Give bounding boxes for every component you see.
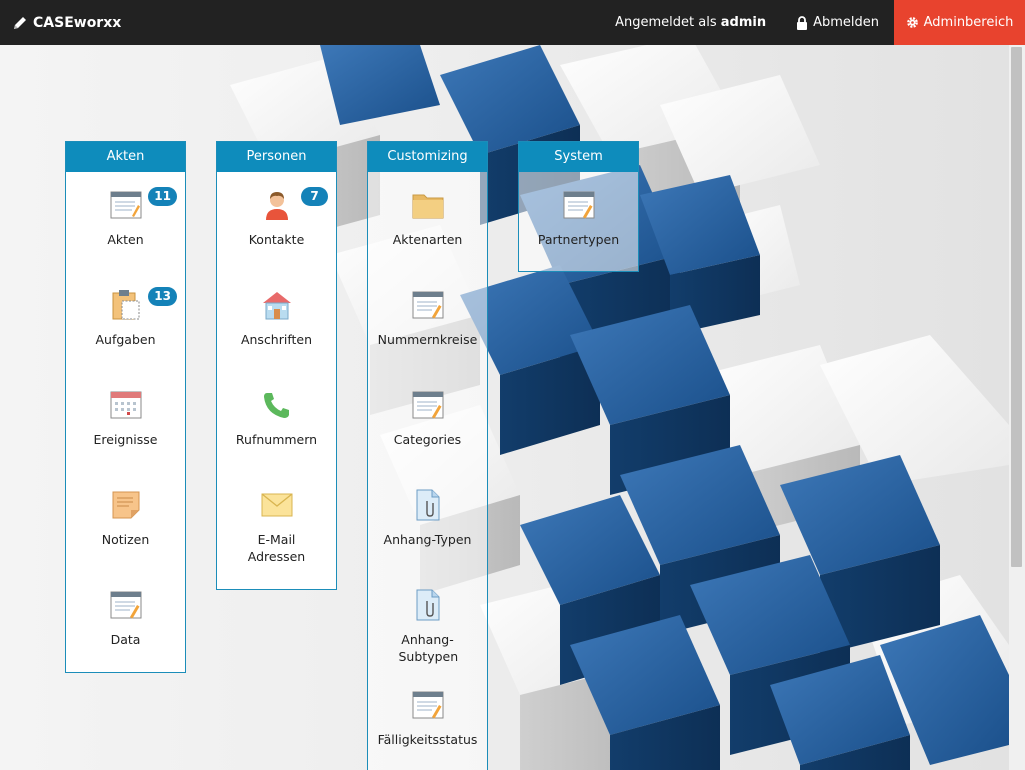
panel-customizing-title: Customizing — [368, 142, 487, 172]
panel-customizing: Customizing Aktenarten Nummernkreise Cat… — [367, 141, 488, 770]
tile-faelligkeitsstatus-label: Fälligkeitsstatus — [377, 732, 478, 747]
tile-partnertypen[interactable]: Partnertypen — [519, 172, 638, 272]
document-edit-icon — [108, 588, 144, 622]
tile-nummernkreise-label: Nummernkreise — [377, 332, 478, 347]
panel-akten-title: Akten — [66, 142, 185, 172]
tile-aufgaben[interactable]: Aufgaben 13 — [66, 272, 185, 372]
tile-ereignisse-label: Ereignisse — [93, 432, 158, 447]
attachment-file-icon — [410, 488, 446, 522]
tile-email-adressen[interactable]: E-Mail Adressen — [217, 472, 336, 572]
panel-akten: Akten Akten 11 Aufgaben 13 Ereignisse No… — [65, 141, 186, 673]
person-icon — [259, 188, 295, 222]
admin-area-button[interactable]: Adminbereich — [894, 0, 1025, 45]
panel-personen: Personen Kontakte 7 Anschriften Rufnumme… — [216, 141, 337, 590]
admin-area-label: Adminbereich — [923, 15, 1014, 30]
tile-kontakte[interactable]: Kontakte 7 — [217, 172, 336, 272]
brand-link[interactable]: CASEworxx — [0, 15, 121, 31]
phone-icon — [259, 388, 295, 422]
tile-data-label: Data — [110, 632, 141, 647]
note-icon — [108, 488, 144, 522]
tile-kontakte-label: Kontakte — [248, 232, 305, 247]
folder-icon — [410, 188, 446, 222]
tile-rufnummern[interactable]: Rufnummern — [217, 372, 336, 472]
calendar-icon — [108, 388, 144, 422]
tile-notizen[interactable]: Notizen — [66, 472, 185, 572]
document-edit-icon — [410, 288, 446, 322]
tile-email-adressen-label: E-Mail Adressen — [247, 532, 306, 564]
tile-partnertypen-label: Partnertypen — [537, 232, 620, 247]
panel-personen-title: Personen — [217, 142, 336, 172]
tile-anhang-subtypen-label: Anhang-Subtypen — [398, 632, 459, 664]
document-edit-icon — [410, 388, 446, 422]
tile-akten[interactable]: Akten 11 — [66, 172, 185, 272]
tile-categories-label: Categories — [393, 432, 462, 447]
pencil-icon — [14, 16, 26, 29]
brand-name: CASEworxx — [33, 14, 122, 31]
top-navbar: CASEworxx Angemeldet als admin Abmelden … — [0, 0, 1025, 45]
attachment-file-icon — [410, 588, 446, 622]
tile-anhang-typen-label: Anhang-Typen — [383, 532, 472, 547]
tile-anhang-subtypen[interactable]: Anhang-Subtypen — [368, 572, 487, 672]
document-edit-icon — [561, 188, 597, 222]
tile-aktenarten-label: Aktenarten — [392, 232, 463, 247]
house-icon — [259, 288, 295, 322]
panel-system: System Partnertypen — [518, 141, 639, 272]
document-list-icon — [108, 188, 144, 222]
logout-button[interactable]: Abmelden — [796, 15, 879, 30]
tile-data[interactable]: Data — [66, 572, 185, 672]
tile-notizen-label: Notizen — [101, 532, 150, 547]
login-prefix: Angemeldet als — [615, 15, 721, 30]
logout-label: Abmelden — [813, 15, 879, 30]
tile-akten-label: Akten — [107, 232, 144, 247]
document-edit-icon — [410, 688, 446, 722]
tile-categories[interactable]: Categories — [368, 372, 487, 472]
count-badge: 13 — [148, 287, 177, 306]
gear-icon — [906, 17, 918, 28]
page-scrollbar-thumb[interactable] — [1011, 47, 1022, 567]
count-badge: 7 — [301, 187, 328, 206]
lock-icon — [797, 15, 808, 30]
tile-anhang-typen[interactable]: Anhang-Typen — [368, 472, 487, 572]
tile-ereignisse[interactable]: Ereignisse — [66, 372, 185, 472]
login-username: admin — [720, 15, 767, 30]
tile-aktenarten[interactable]: Aktenarten — [368, 172, 487, 272]
count-badge: 11 — [148, 187, 177, 206]
envelope-icon — [259, 488, 295, 522]
tile-anschriften[interactable]: Anschriften — [217, 272, 336, 372]
tile-faelligkeitsstatus[interactable]: Fälligkeitsstatus — [368, 672, 487, 770]
tile-anschriften-label: Anschriften — [240, 332, 313, 347]
panel-system-title: System — [519, 142, 638, 172]
tile-nummernkreise[interactable]: Nummernkreise — [368, 272, 487, 372]
tile-aufgaben-label: Aufgaben — [95, 332, 156, 347]
tile-rufnummern-label: Rufnummern — [235, 432, 318, 447]
login-status: Angemeldet als admin — [615, 15, 766, 30]
clipboard-icon — [108, 288, 144, 322]
